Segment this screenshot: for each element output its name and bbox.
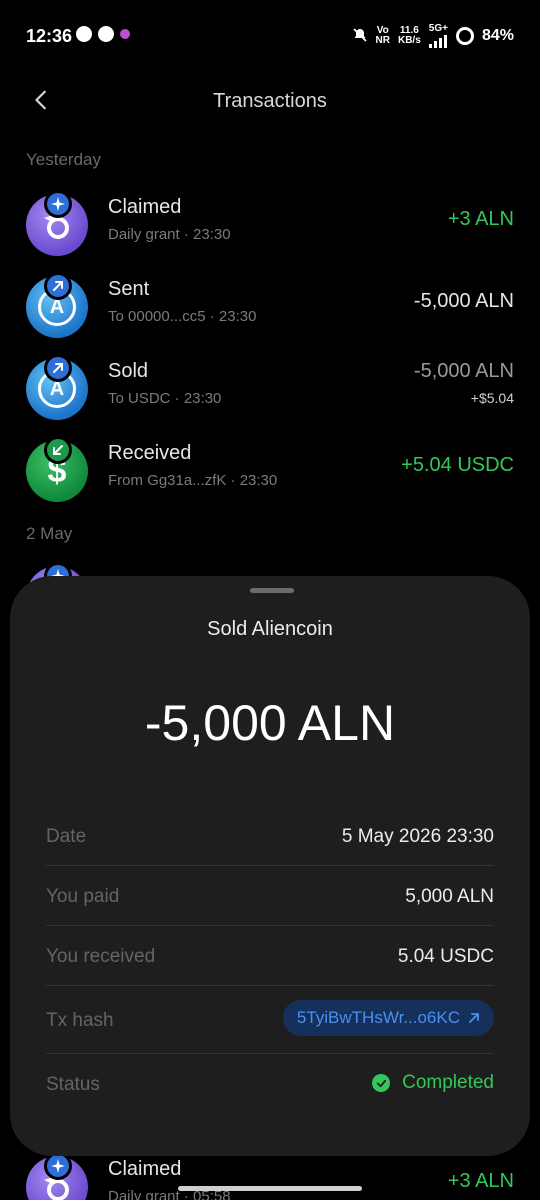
received-badge	[44, 436, 72, 464]
detail-row-received: You received 5.04 USDC	[46, 926, 494, 986]
volte-indicator: Vo NR	[375, 25, 390, 46]
status-text: Completed	[402, 1072, 494, 1093]
tx-hash-text: 5TyiBwTHsWr...o6KC	[296, 1008, 460, 1027]
battery-icon	[455, 27, 474, 45]
detail-label: Date	[46, 826, 87, 847]
detail-row-date: Date 5 May 2026 23:30	[46, 806, 494, 866]
detail-label: You paid	[46, 886, 120, 907]
transaction-row-claimed-bottom[interactable]: Claimed Daily grant · 05:58 +3 ALN	[0, 1150, 540, 1200]
transaction-title: Claimed	[108, 196, 182, 218]
page-title: Transactions	[213, 90, 327, 112]
net-speed: 11.6 KB/s	[397, 25, 421, 46]
sold-badge	[44, 354, 72, 382]
section-label-may2: 2 May	[26, 524, 73, 543]
status-time: 12:36	[26, 26, 73, 46]
snapchat-icon	[98, 26, 114, 42]
arrow-down-left-icon	[53, 445, 63, 455]
usdc-avatar: $	[26, 436, 88, 502]
transaction-secondary-amount: +$5.04	[470, 390, 514, 406]
claim-badge	[44, 190, 72, 218]
app-notification-icon	[120, 29, 130, 39]
transaction-subtitle: From Gg31a...zfK · 23:30	[108, 472, 278, 489]
section-label-yesterday: Yesterday	[26, 150, 101, 169]
detail-value: 5.04 USDC	[397, 946, 494, 967]
detail-value: 5,000 ALN	[405, 886, 494, 907]
sheet-drag-handle[interactable]	[250, 588, 294, 593]
status-bar: 12:36 Vo NR 11.6 KB/s 5G+ 84%	[0, 0, 540, 72]
status-badge: Completed	[372, 1072, 494, 1094]
check-icon	[372, 1074, 391, 1092]
detail-label: Status	[46, 1074, 100, 1095]
external-link-icon	[469, 1013, 479, 1023]
arrow-up-right-icon	[53, 363, 63, 373]
whatsapp-icon	[76, 26, 92, 42]
detail-value: 5 May 2026 23:30	[341, 826, 494, 847]
detail-row-status: Status Completed	[46, 1054, 494, 1114]
transaction-amount: -5,000 ALN	[413, 290, 514, 312]
sheet-amount: -5,000 ALN	[144, 695, 396, 751]
transaction-amount: +3 ALN	[447, 1170, 514, 1192]
aliencoin-avatar	[26, 190, 88, 256]
transaction-subtitle: To 00000...cc5 · 23:30	[108, 308, 257, 325]
signal-indicator: 5G+	[428, 24, 448, 48]
transaction-amount: +3 ALN	[447, 208, 514, 230]
sent-badge	[44, 272, 72, 300]
detail-label: Tx hash	[46, 1010, 114, 1031]
sparkle-icon	[51, 1159, 65, 1173]
app-header: Transactions	[0, 72, 540, 128]
sparkle-icon	[51, 197, 65, 211]
transaction-title: Sent	[108, 278, 150, 300]
sheet-title: Sold Aliencoin	[207, 618, 333, 640]
transaction-title: Received	[108, 442, 192, 464]
transaction-subtitle: Daily grant · 23:30	[108, 226, 231, 243]
detail-row-paid: You paid 5,000 ALN	[46, 866, 494, 926]
transaction-title: Sold	[108, 360, 149, 382]
aliencoin-avatar	[26, 1152, 88, 1200]
detail-label: You received	[46, 946, 156, 967]
signal-bars-icon	[428, 34, 448, 48]
transaction-row-received[interactable]: $ Received From Gg31a...zfK · 23:30 +5.0…	[0, 434, 540, 516]
tx-hash-link[interactable]: 5TyiBwTHsWr...o6KC	[282, 1000, 494, 1036]
transaction-detail-sheet: Sold Aliencoin -5,000 ALN Date 5 May 202…	[10, 576, 530, 1156]
mute-icon	[352, 27, 368, 46]
arrow-up-right-icon	[53, 281, 63, 291]
transaction-subtitle: To USDC · 23:30	[108, 390, 222, 407]
battery-level: 84%	[481, 27, 514, 44]
claim-badge	[44, 1152, 72, 1180]
aliencoin-avatar: A	[26, 354, 88, 420]
status-indicators: Vo NR 11.6 KB/s 5G+ 84%	[352, 24, 514, 48]
transaction-title: Claimed	[108, 1158, 182, 1180]
home-indicator[interactable]	[178, 1186, 362, 1191]
transaction-row-sent[interactable]: A Sent To 00000...cc5 · 23:30 -5,000 ALN	[0, 270, 540, 352]
transaction-row-claimed[interactable]: Claimed Daily grant · 23:30 +3 ALN	[0, 188, 540, 270]
detail-row-hash: Tx hash 5TyiBwTHsWr...o6KC	[46, 986, 494, 1054]
aliencoin-avatar: A	[26, 272, 88, 338]
transaction-amount: +5.04 USDC	[401, 454, 514, 476]
transaction-amount: -5,000 ALN	[413, 360, 514, 382]
notification-icons	[76, 26, 130, 42]
transaction-row-sold[interactable]: A Sold To USDC · 23:30 -5,000 ALN +$5.04	[0, 352, 540, 434]
